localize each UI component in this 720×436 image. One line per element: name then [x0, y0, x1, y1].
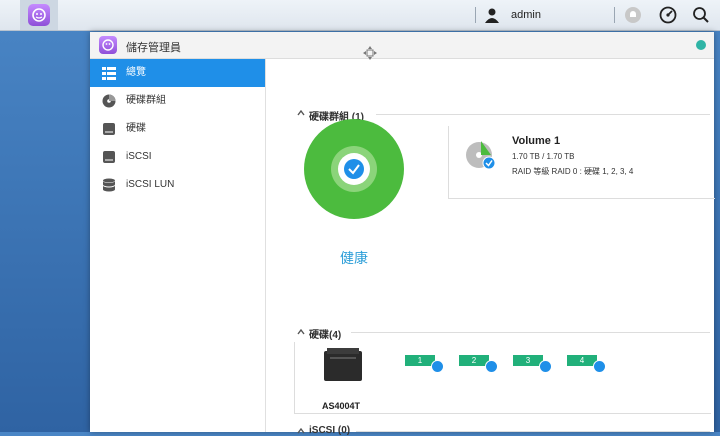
- volume-name: Volume 1: [512, 135, 561, 147]
- section-divider: [376, 114, 710, 115]
- taskbar: admin: [0, 0, 720, 31]
- iscsi-lun-icon: [103, 178, 115, 192]
- iscsi-heading: iSCSI (0): [309, 425, 351, 436]
- iscsi-icon: [103, 151, 115, 163]
- disk-heading: 硬碟(4): [309, 330, 342, 341]
- sidebar-item-label: iSCSI LUN: [126, 179, 175, 190]
- app-launcher-icon[interactable]: [28, 4, 50, 26]
- search-icon[interactable]: [692, 6, 710, 24]
- notification-icon[interactable]: [624, 6, 642, 24]
- disk-panel: AS4004T 1 2 3 4: [294, 342, 711, 414]
- check-icon: [539, 360, 552, 373]
- volume-icon: [466, 141, 496, 170]
- check-icon: [593, 360, 606, 373]
- section-divider: [351, 332, 710, 333]
- user-icon[interactable]: [484, 7, 500, 23]
- window-title: 儲存管理員: [126, 42, 181, 54]
- device-name: AS4004T: [322, 401, 361, 411]
- sidebar: 總覽 硬碟群組 硬碟 iSCSI iSCSI LUN: [90, 59, 266, 432]
- volume-group-icon: [102, 94, 116, 108]
- sidebar-item-disk[interactable]: 硬碟: [90, 115, 265, 143]
- overview-icon: [102, 67, 116, 80]
- sidebar-item-label: 硬碟: [126, 123, 146, 134]
- health-status-label: 健康: [340, 250, 368, 266]
- user-name[interactable]: admin: [511, 9, 541, 21]
- collapse-chevron-icon[interactable]: [297, 428, 305, 434]
- storage-manager-app-icon: [99, 36, 117, 54]
- sidebar-item-label: 硬碟群組: [126, 95, 166, 106]
- sidebar-item-volume-group[interactable]: 硬碟群組: [90, 87, 265, 115]
- disk-slot-label: 4: [579, 356, 585, 365]
- sidebar-item-label: iSCSI: [126, 151, 152, 162]
- disk-slot-label: 1: [417, 356, 423, 365]
- disk-slot-label: 3: [525, 356, 531, 365]
- check-icon: [344, 159, 364, 179]
- taskbar-separator: [475, 7, 476, 23]
- disk-icon: [103, 123, 115, 135]
- taskbar-separator: [614, 7, 615, 23]
- health-donut: [304, 119, 404, 219]
- volume-capacity: 1.70 TB / 1.70 TB: [512, 152, 575, 161]
- volume-raid-info: RAID 等級 RAID 0 : 硬碟 1, 2, 3, 4: [512, 167, 634, 176]
- collapse-chevron-icon[interactable]: [297, 110, 305, 116]
- volume-card[interactable]: Volume 1 1.70 TB / 1.70 TB RAID 等級 RAID …: [448, 126, 715, 199]
- collapse-chevron-icon[interactable]: [297, 329, 305, 335]
- window-titlebar[interactable]: 儲存管理員: [90, 32, 714, 60]
- performance-icon[interactable]: [659, 6, 677, 24]
- status-indicator-icon: [696, 40, 706, 50]
- sidebar-item-overview[interactable]: 總覽: [90, 59, 265, 87]
- overview-content: 硬碟群組 (1) 健康 Volume 1 1.70 TB / 1.70 TB R…: [266, 59, 715, 436]
- sidebar-item-label: 總覽: [126, 67, 146, 78]
- storage-manager-window: 儲存管理員 總覽 硬碟群組 硬碟 iSCSI iSCSI LUN 硬碟群組 (1…: [90, 32, 715, 436]
- disk-slot-label: 2: [471, 356, 477, 365]
- sidebar-item-iscsi[interactable]: iSCSI: [90, 143, 265, 171]
- sidebar-item-iscsi-lun[interactable]: iSCSI LUN: [90, 171, 265, 199]
- nas-device-icon: [324, 348, 362, 381]
- check-icon: [485, 360, 498, 373]
- check-icon: [431, 360, 444, 373]
